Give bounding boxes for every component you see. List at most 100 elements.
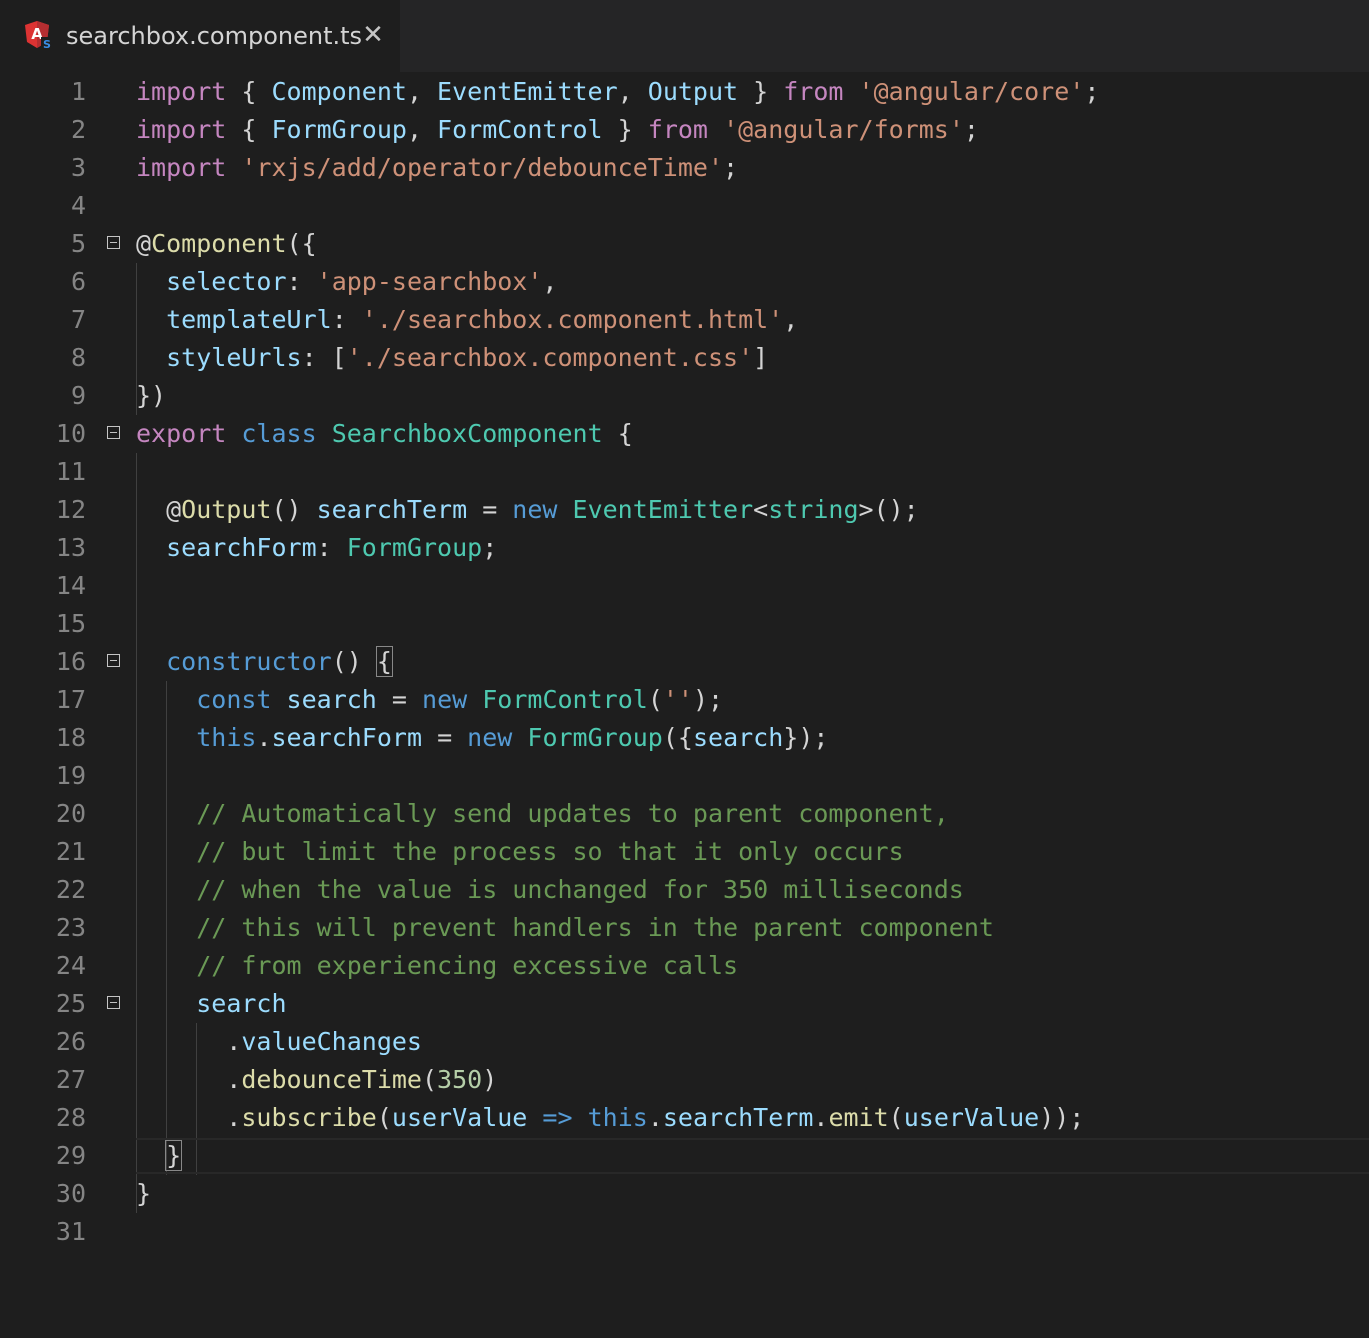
line-number: 13 [55, 533, 86, 562]
code-token: Output [181, 495, 272, 524]
code-line[interactable]: 11 [0, 453, 1369, 491]
code-line[interactable]: 20 // Automatically send updates to pare… [0, 795, 1369, 833]
code-token: , [406, 77, 438, 106]
code-line[interactable]: 9}) [0, 377, 1369, 415]
line-number: 25 [55, 989, 86, 1018]
code-line[interactable]: 29 } [0, 1137, 1369, 1175]
code-line[interactable]: 14 [0, 567, 1369, 605]
code-line[interactable]: 25 search [0, 985, 1369, 1023]
current-line-highlight [136, 1138, 1369, 1174]
code-line[interactable]: 7 templateUrl: './searchbox.component.ht… [0, 301, 1369, 339]
code-token: searchTerm [662, 1103, 814, 1132]
code-text: this.searchForm = new FormGroup({search}… [136, 719, 828, 757]
code-token: ] [753, 343, 769, 372]
code-token: const [196, 685, 272, 714]
code-text: // but limit the process so that it only… [136, 833, 903, 871]
code-line[interactable]: 4 [0, 187, 1369, 225]
code-token: < [753, 495, 769, 524]
code-line[interactable]: 2 import { FormGroup, FormControl } from … [0, 111, 1369, 149]
code-line[interactable]: 10 export class SearchboxComponent { [0, 415, 1369, 453]
line-number: 1 [70, 77, 86, 106]
code-text: constructor() { [136, 643, 393, 681]
code-token: export [136, 419, 227, 448]
code-text: styleUrls: ['./searchbox.component.css'] [136, 339, 768, 377]
code-token: ( [647, 685, 663, 714]
angular-typescript-icon: A S [25, 21, 53, 50]
line-number: 29 [55, 1141, 86, 1170]
fold-collapse-icon[interactable] [107, 426, 120, 439]
code-token: { [226, 115, 272, 144]
code-token: '' [662, 685, 693, 714]
code-line[interactable]: 21 // but limit the process so that it o… [0, 833, 1369, 871]
code-line[interactable]: 18 this.searchForm = new FormGroup({sear… [0, 719, 1369, 757]
code-line[interactable]: 23 // this will prevent handlers in the … [0, 909, 1369, 947]
code-token: ); [692, 685, 724, 714]
code-token: import [136, 153, 227, 182]
code-line[interactable]: 27 .debounceTime(350) [0, 1061, 1369, 1099]
code-token: . [813, 1103, 829, 1132]
code-text: // this will prevent handlers in the par… [136, 909, 994, 947]
code-line[interactable]: 17 const search = new FormControl(''); [0, 681, 1369, 719]
code-token: this [587, 1103, 648, 1132]
code-line[interactable]: 13 searchForm: FormGroup; [0, 529, 1369, 567]
code-editor[interactable]: 1 import { Component, EventEmitter, Outpu… [0, 72, 1369, 1338]
code-text: .subscribe(userValue => this.searchTerm.… [136, 1099, 1084, 1137]
code-line[interactable]: 26 .valueChanges [0, 1023, 1369, 1061]
code-line[interactable]: 5 @Component({ [0, 225, 1369, 263]
code-token: from [783, 77, 844, 106]
code-token: ) [482, 1065, 498, 1094]
code-line[interactable]: 24 // from experiencing excessive calls [0, 947, 1369, 985]
code-line[interactable]: 28 .subscribe(userValue => this.searchTe… [0, 1099, 1369, 1137]
code-line[interactable]: 15 [0, 605, 1369, 643]
code-token: EventEmitter [572, 495, 754, 524]
code-line[interactable]: 16 constructor() { [0, 643, 1369, 681]
code-token: Component [271, 77, 407, 106]
fold-collapse-icon[interactable] [107, 236, 120, 249]
line-number: 7 [70, 305, 86, 334]
line-number: 11 [55, 457, 86, 486]
code-token: , [542, 267, 558, 296]
line-number: 31 [55, 1217, 86, 1246]
code-token: ; [963, 115, 979, 144]
code-line[interactable]: 1 import { Component, EventEmitter, Outpu… [0, 73, 1369, 111]
code-token: . [136, 1027, 242, 1056]
editor-tab[interactable]: A S searchbox.component.ts ✕ [0, 0, 400, 72]
code-token: >(); [858, 495, 919, 524]
close-icon[interactable]: ✕ [358, 18, 388, 52]
code-token: , [406, 115, 438, 144]
code-token: } [136, 1179, 152, 1208]
code-line[interactable]: 22 // when the value is unchanged for 35… [0, 871, 1369, 909]
code-line[interactable]: 8 styleUrls: ['./searchbox.component.css… [0, 339, 1369, 377]
code-token: Component [151, 229, 287, 258]
code-token: { [226, 77, 272, 106]
code-token: userValue [391, 1103, 528, 1132]
code-line[interactable]: 31 [0, 1213, 1369, 1251]
code-token: valueChanges [241, 1027, 422, 1056]
code-line[interactable]: 6 selector: 'app-searchbox', [0, 263, 1369, 301]
line-number: 12 [55, 495, 86, 524]
code-token: ; [723, 153, 739, 182]
code-token: 350 [437, 1065, 483, 1094]
line-number: 3 [70, 153, 86, 182]
code-line[interactable]: 19 [0, 757, 1369, 795]
code-text: import 'rxjs/add/operator/debounceTime'; [136, 149, 738, 187]
fold-collapse-icon[interactable] [107, 996, 120, 1009]
code-text: }) [136, 377, 166, 415]
code-token: : [ [301, 343, 347, 372]
code-token: , [617, 77, 648, 106]
code-line[interactable]: 3 import 'rxjs/add/operator/debounceTime'… [0, 149, 1369, 187]
code-line[interactable]: 12 @Output() searchTerm = new EventEmitt… [0, 491, 1369, 529]
code-token: new [467, 723, 513, 752]
code-token: search [196, 989, 287, 1018]
code-token: . [136, 1065, 242, 1094]
code-token: userValue [903, 1103, 1040, 1132]
fold-collapse-icon[interactable] [107, 654, 120, 667]
code-token: () [271, 495, 317, 524]
code-line[interactable]: 30} [0, 1175, 1369, 1213]
